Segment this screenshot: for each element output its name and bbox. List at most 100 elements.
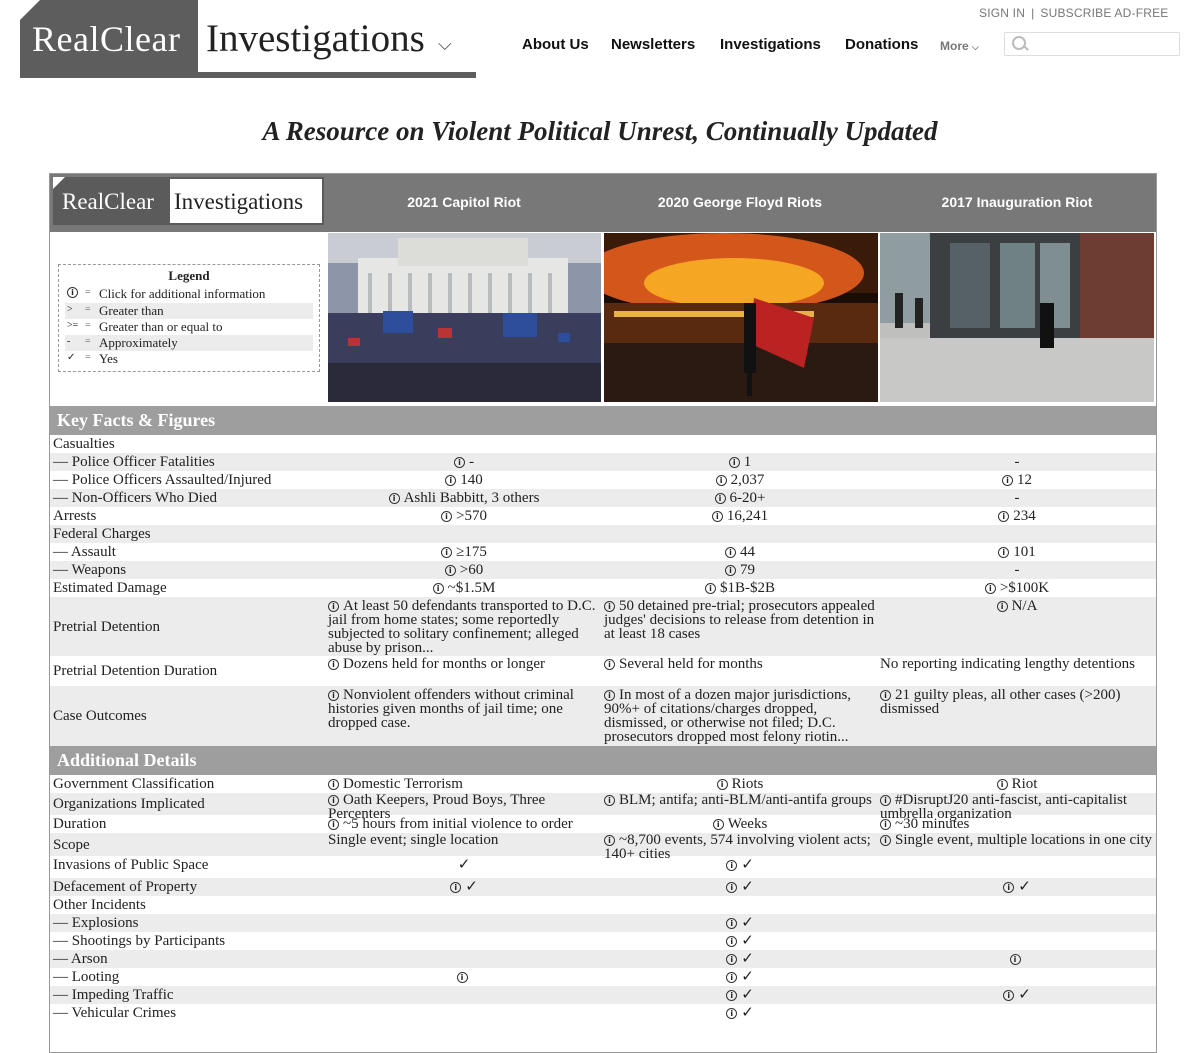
- table-cell[interactable]: i >570: [328, 509, 600, 524]
- info-icon[interactable]: i: [728, 457, 740, 468]
- info-icon[interactable]: i: [880, 819, 891, 830]
- search-input[interactable]: [1031, 35, 1175, 55]
- info-icon[interactable]: i: [328, 779, 339, 790]
- table-cell[interactable]: i 12: [880, 473, 1154, 488]
- info-icon[interactable]: i: [604, 835, 615, 846]
- info-icon[interactable]: i: [998, 547, 1010, 558]
- nav-donations[interactable]: Donations: [845, 36, 918, 53]
- info-icon[interactable]: i: [445, 475, 457, 486]
- table-cell[interactable]: i Weeks: [604, 817, 876, 832]
- photo-floyd-riots[interactable]: [604, 233, 878, 402]
- nav-newsletters[interactable]: Newsletters: [611, 36, 695, 53]
- info-icon[interactable]: i: [984, 583, 996, 594]
- nav-about-us[interactable]: About Us: [522, 36, 589, 53]
- table-cell[interactable]: i 16,241: [604, 509, 876, 524]
- info-icon[interactable]: i: [456, 972, 468, 983]
- table-cell[interactable]: i1: [604, 455, 876, 470]
- table-cell[interactable]: i ✓: [604, 970, 876, 985]
- info-icon[interactable]: i: [726, 1008, 738, 1019]
- subscribe-link[interactable]: SUBSCRIBE AD-FREE: [1040, 6, 1168, 20]
- info-icon[interactable]: i: [726, 918, 738, 929]
- info-icon[interactable]: i: [444, 565, 456, 576]
- info-icon[interactable]: i: [604, 659, 615, 670]
- nav-more[interactable]: More ⌵: [940, 39, 979, 53]
- info-icon[interactable]: i: [604, 690, 615, 701]
- info-icon[interactable]: i: [441, 511, 453, 522]
- info-icon[interactable]: i: [1002, 475, 1013, 486]
- info-icon[interactable]: i: [880, 690, 891, 701]
- info-icon[interactable]: i: [726, 972, 738, 983]
- info-icon[interactable]: i: [432, 583, 444, 594]
- info-icon[interactable]: i: [880, 835, 891, 846]
- table-cell[interactable]: i ✓: [880, 880, 1154, 895]
- info-icon[interactable]: i: [726, 882, 738, 893]
- table-cell[interactable]: i ✓: [604, 858, 876, 873]
- table-cell[interactable]: i 140: [328, 473, 600, 488]
- info-icon[interactable]: i: [711, 511, 723, 522]
- info-icon[interactable]: i: [1003, 882, 1015, 893]
- photo-capitol-riot[interactable]: [328, 233, 601, 402]
- table-cell[interactable]: i Several held for months: [604, 657, 876, 672]
- table-cell[interactable]: i >$100K: [880, 581, 1154, 596]
- table-cell[interactable]: i 50 detained pre-trial; prosecutors appe…: [604, 599, 876, 642]
- info-icon[interactable]: i: [328, 819, 339, 830]
- info-icon[interactable]: i: [725, 565, 736, 576]
- info-icon[interactable]: i: [450, 882, 462, 893]
- info-icon[interactable]: i: [328, 795, 339, 806]
- info-icon[interactable]: i: [454, 457, 465, 468]
- table-cell[interactable]: i ✓: [604, 934, 876, 949]
- table-cell[interactable]: i ✓: [604, 988, 876, 1003]
- table-cell[interactable]: i 21 guilty pleas, all other cases (>200)…: [880, 688, 1154, 717]
- info-icon[interactable]: i: [880, 795, 891, 806]
- table-cell[interactable]: i Domestic Terrorism: [328, 777, 600, 792]
- site-logo[interactable]: RealClear Investigations ⌵: [20, 0, 476, 78]
- nav-investigations[interactable]: Investigations: [720, 36, 821, 53]
- info-icon[interactable]: i: [328, 659, 339, 670]
- table-cell[interactable]: i N/A: [880, 599, 1154, 614]
- info-icon[interactable]: i: [726, 954, 738, 965]
- info-icon[interactable]: i: [996, 601, 1008, 612]
- table-cell[interactable]: i 234: [880, 509, 1154, 524]
- table-cell[interactable]: i Riots: [604, 777, 876, 792]
- table-cell[interactable]: i ~5 hours from initial violence to order: [328, 817, 600, 832]
- info-icon[interactable]: i: [726, 936, 738, 947]
- table-cell[interactable]: i >60: [328, 563, 600, 578]
- info-icon[interactable]: i: [328, 601, 339, 612]
- search-box[interactable]: [1004, 32, 1180, 56]
- table-cell[interactable]: i 44: [604, 545, 876, 560]
- info-icon[interactable]: i: [704, 583, 716, 594]
- table-cell[interactable]: i ✓: [880, 988, 1154, 1003]
- table-cell[interactable]: i Single event, multiple locations in one…: [880, 833, 1154, 848]
- info-icon[interactable]: i: [998, 511, 1010, 522]
- info-icon[interactable]: i: [441, 547, 453, 558]
- table-cell[interactable]: i: [328, 970, 600, 984]
- table-cell[interactable]: i ~$1.5M: [328, 581, 600, 596]
- info-icon[interactable]: i: [996, 779, 1008, 790]
- table-cell[interactable]: i ≥175: [328, 545, 600, 560]
- table-cell[interactable]: i Riot: [880, 777, 1154, 792]
- table-cell[interactable]: i At least 50 defendants transported to D…: [328, 599, 600, 656]
- table-cell[interactable]: i Dozens held for months or longer: [328, 657, 600, 672]
- table-cell[interactable]: i 79: [604, 563, 876, 578]
- info-icon[interactable]: i: [716, 779, 728, 790]
- table-cell[interactable]: i-: [328, 455, 600, 470]
- info-icon[interactable]: i: [715, 475, 727, 486]
- photo-inauguration-riot[interactable]: [880, 233, 1154, 402]
- info-icon[interactable]: i: [1009, 954, 1021, 965]
- info-icon[interactable]: i: [726, 860, 738, 871]
- table-cell[interactable]: i ~30 minutes: [880, 817, 1154, 832]
- info-icon[interactable]: i: [714, 493, 726, 504]
- table-cell[interactable]: i ✓: [604, 880, 876, 895]
- info-icon[interactable]: i: [604, 601, 615, 612]
- table-cell[interactable]: i BLM; antifa; anti-BLM/anti-antifa group…: [604, 793, 876, 808]
- table-cell[interactable]: i 6-20+: [604, 491, 876, 506]
- info-icon[interactable]: i: [1003, 990, 1015, 1001]
- table-cell[interactable]: i ✓: [328, 880, 600, 895]
- chevron-down-icon[interactable]: ⌵: [438, 34, 452, 55]
- search-icon[interactable]: [1012, 36, 1026, 50]
- table-cell[interactable]: i In most of a dozen major jurisdictions,…: [604, 688, 876, 745]
- table-cell[interactable]: i Nonviolent offenders without criminal h…: [328, 688, 600, 731]
- table-cell[interactable]: i ✓: [604, 916, 876, 931]
- table-cell[interactable]: i ✓: [604, 1006, 876, 1021]
- table-cell[interactable]: i ✓: [604, 952, 876, 967]
